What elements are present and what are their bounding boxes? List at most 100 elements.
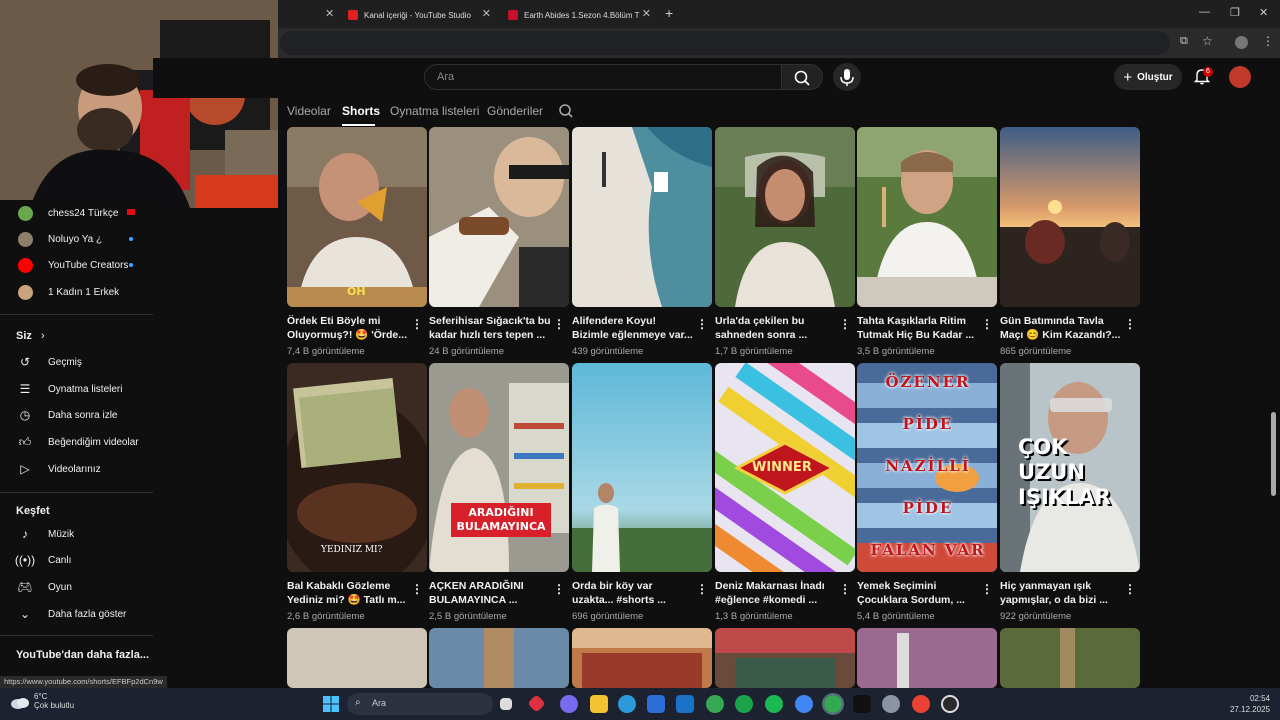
sidebar-item-youtube-creators[interactable]: YouTube Creators (0, 252, 153, 278)
short-title[interactable]: Deniz Makarnası İnadı #eğlence #komedi .… (715, 579, 837, 607)
sidebar-item-your-videos[interactable]: ▷ Videolarınız (0, 456, 153, 482)
short-thumbnail[interactable]: ARADIĞINI BULAMAYINCA (429, 363, 569, 572)
xbox-icon[interactable] (735, 695, 753, 713)
more-actions-icon[interactable]: ⋮ (839, 582, 851, 596)
short-thumbnail[interactable] (287, 628, 427, 688)
search-button[interactable] (781, 64, 823, 90)
short-thumbnail[interactable] (1000, 628, 1140, 688)
sidebar-item-watch-later[interactable]: ◷ Daha sonra izle (0, 402, 153, 428)
create-button[interactable]: + Oluştur (1114, 64, 1182, 90)
short-title[interactable]: Yemek Seçimini Çocuklara Sordum, ... (857, 579, 979, 607)
cast-icon[interactable]: ⧉ (1180, 35, 1188, 48)
profile-icon[interactable] (1235, 36, 1248, 49)
more-actions-icon[interactable]: ⋮ (411, 317, 423, 331)
short-thumbnail[interactable]: ÇOK UZUN IŞIKLAR (1000, 363, 1140, 572)
more-actions-icon[interactable]: ⋮ (981, 582, 993, 596)
taskbar-search[interactable]: ⌕ Ara (347, 693, 493, 715)
account-avatar[interactable] (1229, 66, 1251, 88)
more-actions-icon[interactable]: ⋮ (839, 317, 851, 331)
short-thumbnail[interactable] (572, 127, 712, 307)
chrome-icon[interactable] (912, 695, 930, 713)
short-thumbnail[interactable] (572, 628, 712, 688)
sidebar-item-liked-videos[interactable]: 👍︎ Beğendiğim videolar (0, 429, 153, 455)
sidebar-item-live[interactable]: ((•)) Canlı (0, 547, 153, 573)
tab-posts[interactable]: Gönderiler (487, 104, 543, 118)
weather-widget[interactable]: 6°C Çok bulutlu (34, 692, 74, 710)
url-field[interactable] (280, 31, 1170, 55)
short-thumbnail[interactable]: WINNER (715, 363, 855, 572)
short-thumbnail[interactable]: YEDINIZ MI? (287, 363, 427, 572)
short-thumbnail[interactable] (429, 127, 569, 307)
short-title[interactable]: AÇKEN ARADIĞINI BULAMAYINCA ... (429, 579, 551, 607)
short-thumbnail[interactable] (857, 628, 997, 688)
settings-gear-icon[interactable] (882, 695, 900, 713)
tab-playlists[interactable]: Oynatma listeleri (390, 104, 479, 118)
restore-icon[interactable]: ❐ (1230, 6, 1240, 19)
tab-shorts[interactable]: Shorts (342, 104, 380, 118)
short-thumbnail[interactable]: OH (287, 127, 427, 307)
more-actions-icon[interactable]: ⋮ (696, 582, 708, 596)
page-scrollbar[interactable] (1271, 412, 1276, 496)
sidebar-item-noluyo-ya[interactable]: Noluyo Ya ¿ (0, 226, 153, 252)
short-title[interactable]: Seferihisar Sığacık'ta bu kadar hızlı te… (429, 314, 551, 342)
more-actions-icon[interactable]: ⋮ (1124, 582, 1136, 596)
sidebar-item-history[interactable]: ↺ Geçmiş (0, 349, 153, 375)
obs-icon[interactable] (941, 695, 959, 713)
more-actions-icon[interactable]: ⋮ (696, 317, 708, 331)
more-actions-icon[interactable]: ⋮ (1124, 317, 1136, 331)
new-tab-button[interactable]: + (665, 5, 673, 21)
short-title[interactable]: Ördek Eti Böyle mi Oluyormuş?! 🤩 'Örde..… (287, 314, 409, 342)
close-icon[interactable]: ✕ (482, 7, 491, 20)
short-title[interactable]: Alifendere Koyu! Bizimle eğlenmeye var..… (572, 314, 694, 342)
more-actions-icon[interactable]: ⋮ (981, 317, 993, 331)
short-title[interactable]: Tahta Kaşıklarla Ritim Tutmak Hiç Bu Kad… (857, 314, 979, 342)
more-actions-icon[interactable]: ⋮ (553, 582, 565, 596)
close-icon[interactable]: ✕ (325, 7, 334, 20)
chrome-icon[interactable] (795, 695, 813, 713)
sidebar-item-1-kadin-1-erkek[interactable]: 1 Kadın 1 Erkek (0, 279, 153, 305)
sidebar-item-chess24[interactable]: chess24 Türkçe (0, 200, 153, 226)
file-explorer-icon[interactable] (590, 695, 608, 713)
store-icon[interactable] (647, 695, 665, 713)
bookmark-star-icon[interactable]: ☆ (1202, 34, 1213, 48)
capcut-icon[interactable] (853, 695, 871, 713)
close-icon[interactable]: ✕ (642, 7, 651, 20)
outlook-icon[interactable] (676, 695, 694, 713)
more-actions-icon[interactable]: ⋮ (411, 582, 423, 596)
search-input[interactable]: Ara (424, 64, 782, 90)
chrome-icon[interactable] (706, 695, 724, 713)
short-thumbnail[interactable] (715, 628, 855, 688)
short-title[interactable]: Bal Kabaklı Gözleme Yediniz mi? 🤩 Tatlı … (287, 579, 409, 607)
sidebar-item-gaming[interactable]: 🎮︎ Oyun (0, 574, 153, 600)
short-title[interactable]: Orda bir köy var uzakta... #shorts ... (572, 579, 694, 607)
sidebar-item-playlists[interactable]: ☰ Oynatma listeleri (0, 376, 153, 402)
system-clock[interactable]: 02:54 27.12.2025 (1228, 693, 1270, 715)
short-thumbnail[interactable] (1000, 127, 1140, 307)
menu-icon[interactable]: ⋮ (1262, 34, 1274, 48)
short-title[interactable]: Hiç yanmayan ışık yapmışlar, o da bizi .… (1000, 579, 1122, 607)
short-title[interactable]: Gün Batımında Tavla Maçı 😊 Kim Kazandı?.… (1000, 314, 1122, 342)
short-thumbnail[interactable] (429, 628, 569, 688)
edge-browser-icon[interactable] (618, 695, 636, 713)
you-section-heading[interactable]: Siz › (16, 330, 45, 342)
short-thumbnail[interactable] (715, 127, 855, 307)
short-title[interactable]: Urla'da çekilen bu sahneden sonra ... (715, 314, 837, 342)
tab-earth-abides[interactable]: Earth Abides 1.Sezon 4.Bölüm T ✕ (502, 4, 657, 26)
short-thumbnail[interactable] (857, 127, 997, 307)
more-actions-icon[interactable]: ⋮ (553, 317, 565, 331)
windows-start-icon[interactable] (322, 695, 340, 713)
channel-search-icon[interactable] (558, 103, 574, 119)
close-window-icon[interactable]: ✕ (1259, 6, 1268, 19)
sidebar-item-music[interactable]: ♪ Müzik (0, 521, 153, 547)
voice-search-button[interactable] (833, 63, 861, 91)
short-thumbnail[interactable]: ÖZENER PİDE NAZİLLİ PİDE FALAN VAR (857, 363, 997, 572)
task-view-icon[interactable] (500, 698, 512, 710)
tab-youtube-studio[interactable]: Kanal içeriği - YouTube Studio ✕ (342, 4, 497, 26)
tab-videos[interactable]: Videolar (287, 104, 331, 118)
copilot-icon[interactable] (560, 695, 578, 713)
sidebar-item-show-more[interactable]: ⌄ Daha fazla göster (0, 601, 153, 627)
spotify-icon[interactable] (765, 695, 783, 713)
short-thumbnail[interactable] (572, 363, 712, 572)
minimize-icon[interactable]: — (1199, 6, 1210, 18)
chrome-icon[interactable] (822, 693, 844, 715)
